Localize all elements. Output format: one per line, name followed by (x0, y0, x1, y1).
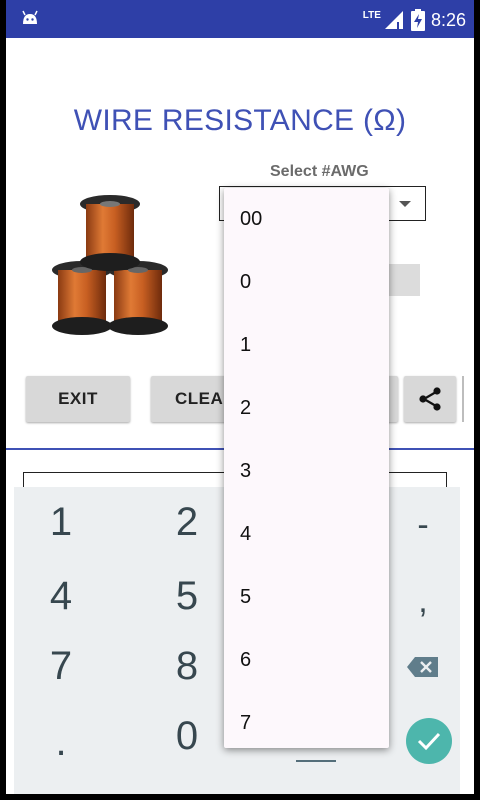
exit-button[interactable]: EXIT (26, 376, 130, 422)
clock: 8:26 (430, 9, 466, 30)
wire-spools-image (52, 195, 168, 335)
awg-option[interactable]: 4 (224, 503, 389, 566)
awg-option[interactable]: 5 (224, 566, 389, 629)
awg-dropdown-list: 00 0 1 2 3 4 5 6 7 (224, 188, 389, 748)
key-7[interactable]: 7 (26, 644, 96, 689)
key-4[interactable]: 4 (26, 574, 96, 619)
checkmark-icon (417, 732, 441, 751)
edge-divider (462, 376, 464, 422)
key-8[interactable]: 8 (152, 644, 222, 689)
awg-option[interactable]: 1 (224, 314, 389, 377)
dropdown-arrow-icon (399, 201, 411, 207)
key-minus[interactable]: - (388, 506, 458, 545)
awg-option[interactable]: 0 (224, 251, 389, 314)
status-bar: LTE 8:26 (6, 0, 474, 38)
app-screen: LTE 8:26 WIRE RESISTANCE (Ω) Select #AWG… (6, 0, 474, 794)
android-icon (22, 10, 38, 24)
backspace-icon[interactable] (406, 656, 440, 678)
page-title: WIRE RESISTANCE (Ω) (73, 104, 407, 137)
key-0[interactable]: 0 (152, 714, 222, 759)
key-2[interactable]: 2 (152, 500, 222, 545)
key-1[interactable]: 1 (26, 500, 96, 545)
signal-icon (384, 11, 403, 29)
key-5[interactable]: 5 (152, 574, 222, 619)
awg-option[interactable]: 2 (224, 377, 389, 440)
network-type: LTE (362, 9, 381, 21)
share-icon (419, 387, 441, 411)
awg-option[interactable]: 7 (224, 692, 389, 748)
done-button[interactable] (406, 718, 452, 764)
space-key[interactable] (296, 760, 336, 762)
awg-option[interactable]: 6 (224, 629, 389, 692)
key-period[interactable]: . (26, 720, 96, 765)
key-comma[interactable]: , (388, 582, 458, 621)
battery-icon (410, 9, 425, 31)
awg-option[interactable]: 3 (224, 440, 389, 503)
awg-option[interactable]: 00 (224, 188, 389, 251)
share-button[interactable] (404, 376, 456, 422)
awg-label: Select #AWG (270, 163, 369, 180)
clear-button[interactable]: CLEAR (151, 376, 231, 422)
